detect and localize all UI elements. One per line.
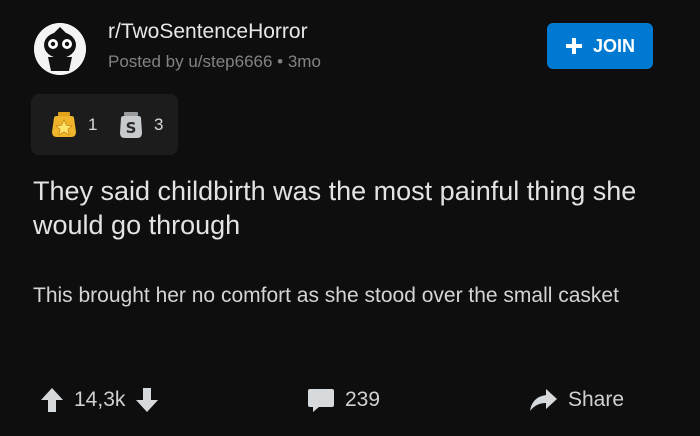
award-gold-count: 1 [88, 115, 98, 134]
vote-group: 14,3k [40, 380, 159, 420]
award-silver-count: 3 [154, 115, 164, 134]
post-body: This brought her no comfort as she stood… [33, 284, 619, 307]
upvote-arrow-icon[interactable] [40, 387, 64, 413]
share-button[interactable]: Share [528, 380, 624, 420]
plus-icon [565, 38, 582, 54]
silver-award-icon: S [120, 112, 142, 138]
subreddit-name[interactable]: r/TwoSentenceHorror [108, 20, 308, 44]
svg-text:S: S [126, 119, 137, 137]
join-button[interactable]: JOIN [547, 23, 653, 69]
vote-score: 14,3k [74, 388, 126, 411]
downvote-arrow-icon[interactable] [135, 387, 159, 413]
comments-button[interactable]: 239 [307, 380, 380, 420]
post-meta: Posted by u/step6666 • 3mo [108, 52, 321, 71]
comment-bubble-icon [308, 389, 334, 412]
awards-bar[interactable]: 1 S 3 [31, 94, 178, 155]
share-label: Share [568, 388, 625, 411]
subreddit-avatar-icon[interactable] [34, 23, 86, 75]
gold-star-award-icon [52, 112, 76, 137]
post-title[interactable]: They said childbirth was the most painfu… [33, 174, 673, 242]
award-gold: 1 [49, 110, 97, 140]
join-label: JOIN [592, 35, 635, 56]
share-arrow-icon [530, 389, 557, 411]
post-card: r/TwoSentenceHorror Posted by u/step6666… [0, 0, 700, 436]
comments-count: 239 [345, 388, 381, 411]
post-actions: 14,3k 239 Share [0, 380, 700, 420]
award-silver: S 3 [117, 110, 163, 140]
